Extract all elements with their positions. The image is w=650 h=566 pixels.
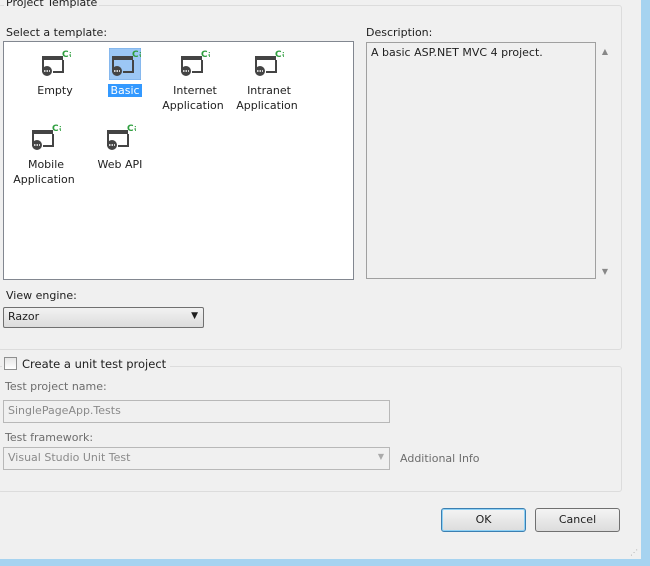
project-template-legend: Project Template	[4, 0, 100, 9]
window-frame-right	[641, 0, 650, 566]
view-engine-label: View engine:	[6, 289, 77, 302]
template-item-internet-application[interactable]: C# Internet Application	[157, 48, 231, 113]
test-project-name-input[interactable]: SinglePageApp.Tests	[3, 400, 390, 423]
mvc-project-icon: C#	[255, 50, 284, 76]
svg-text:C#: C#	[201, 50, 210, 60]
chevron-down-icon: ▼	[191, 311, 198, 321]
template-item-web-api[interactable]: C# Web API	[83, 122, 157, 172]
window-frame-bottom	[0, 559, 650, 566]
test-framework-label: Test framework:	[5, 431, 94, 444]
mvc-project-icon: C#	[107, 124, 136, 150]
test-framework-value: Visual Studio Unit Test	[8, 451, 131, 464]
template-label: Internet Application	[162, 84, 224, 112]
unit-test-checkbox-label[interactable]: Create a unit test project	[22, 357, 166, 371]
resize-grip-icon[interactable]: ⋰	[630, 548, 638, 557]
template-item-empty[interactable]: C# Empty	[18, 48, 92, 98]
unit-test-checkbox[interactable]	[4, 357, 17, 370]
svg-text:C#: C#	[132, 50, 141, 60]
template-item-intranet-application[interactable]: C# Intranet Application	[231, 48, 305, 113]
view-engine-value: Razor	[8, 310, 40, 323]
template-item-basic[interactable]: C# Basic	[88, 48, 162, 98]
chevron-down-icon: ▼	[377, 452, 384, 461]
mvc-project-icon: C#	[32, 124, 61, 150]
mvc-project-icon: C#	[181, 50, 210, 76]
template-label: Web API	[97, 158, 143, 171]
template-label: Basic	[108, 84, 142, 97]
svg-text:C#: C#	[275, 50, 284, 60]
template-item-mobile-application[interactable]: C# Mobile Application	[8, 122, 82, 187]
description-label: Description:	[366, 26, 433, 39]
template-label: Intranet Application	[236, 84, 298, 112]
cancel-button[interactable]: Cancel	[535, 508, 620, 532]
view-engine-select[interactable]: Razor ▼	[3, 307, 204, 328]
mvc-project-icon: C#	[42, 50, 71, 76]
scroll-up-icon[interactable]: ▲	[597, 47, 613, 56]
test-project-name-label: Test project name:	[5, 380, 107, 393]
additional-info-link[interactable]: Additional Info	[400, 452, 480, 465]
template-list[interactable]: C# Empty C# Basic C# Internet Application C# In…	[3, 41, 354, 280]
svg-text:C#: C#	[62, 50, 71, 60]
test-framework-select[interactable]: Visual Studio Unit Test ▼	[3, 447, 390, 470]
ok-button[interactable]: OK	[441, 508, 526, 532]
description-box: A basic ASP.NET MVC 4 project.	[366, 42, 596, 279]
svg-text:C#: C#	[52, 124, 61, 134]
svg-text:C#: C#	[127, 124, 136, 134]
template-label: Empty	[37, 84, 73, 97]
mvc-project-icon: C#	[109, 48, 141, 80]
scroll-down-icon[interactable]: ▼	[597, 267, 613, 276]
select-template-label: Select a template:	[6, 26, 108, 39]
unit-test-legend: Create a unit test project	[2, 357, 171, 371]
template-label: Mobile Application	[13, 158, 75, 186]
description-scrollbar[interactable]: ▲ ▼	[597, 42, 613, 279]
